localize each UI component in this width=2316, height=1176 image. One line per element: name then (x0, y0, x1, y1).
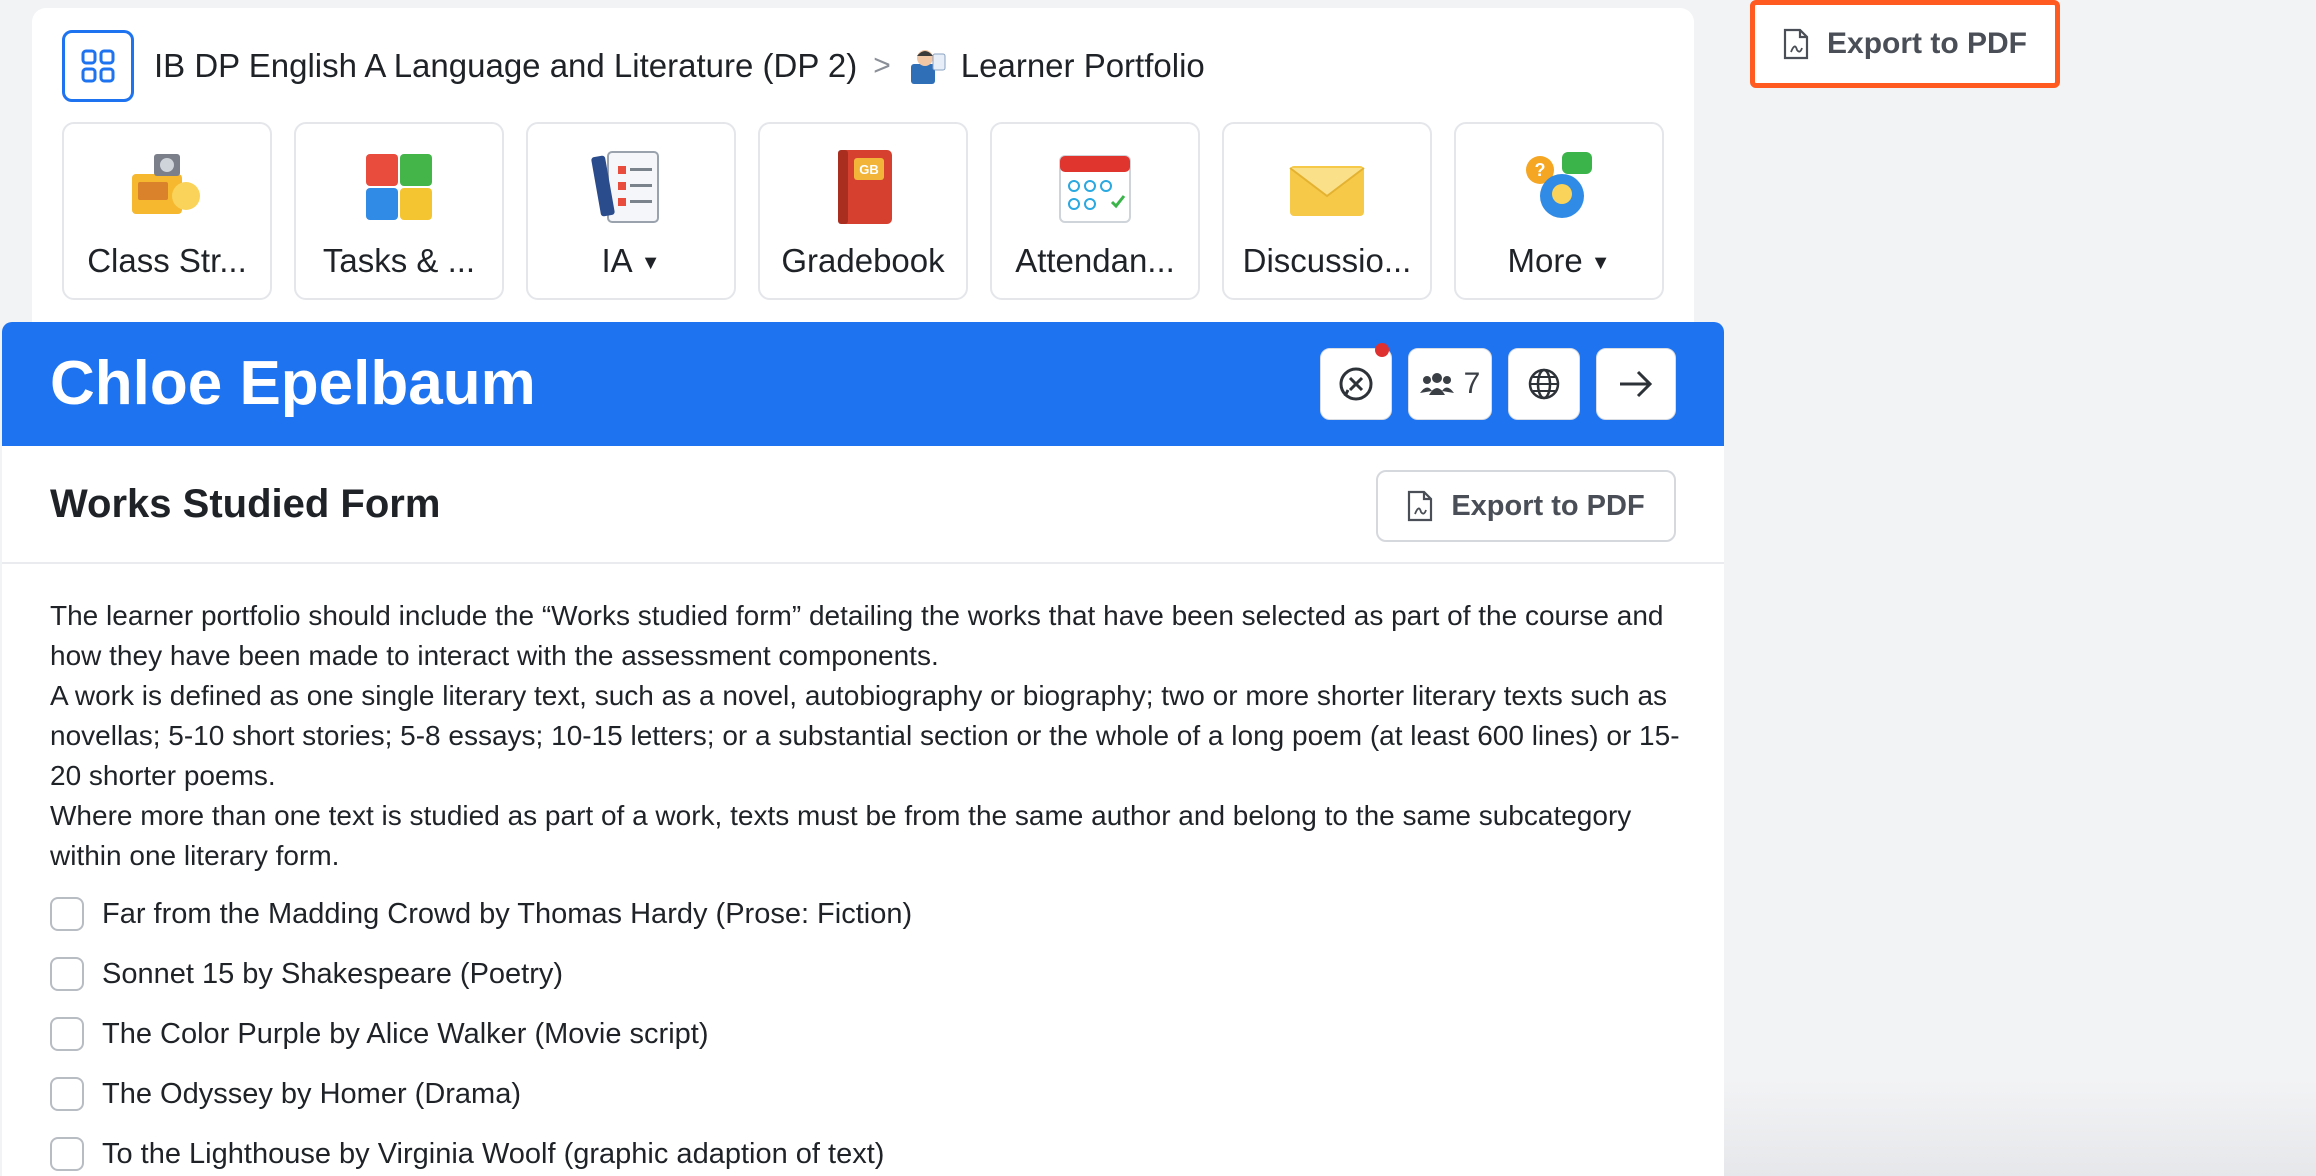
puzzle-icon (366, 154, 432, 220)
tile-label: Discussio... (1242, 242, 1412, 279)
caret-down-icon: ▼ (640, 251, 661, 274)
tile-attendance[interactable]: Attendan... (990, 122, 1200, 300)
work-item[interactable]: To the Lighthouse by Virginia Woolf (gra… (50, 1124, 912, 1176)
tile-gradebook[interactable]: GB Gradebook (758, 122, 968, 300)
work-item[interactable]: The Color Purple by Alice Walker (Movie … (50, 1004, 912, 1064)
class-stream-icon (132, 154, 200, 214)
tile-class-stream[interactable]: Class Str... (62, 122, 272, 300)
work-label: The Odyssey by Homer (Drama) (102, 1077, 521, 1110)
export-label: Export to PDF (1451, 489, 1645, 522)
student-name: Chloe Epelbaum (50, 349, 536, 418)
group-icon (1419, 373, 1454, 395)
globe-icon (1528, 368, 1560, 400)
svg-text:GB: GB (859, 162, 879, 177)
members-count: 7 (1463, 367, 1481, 400)
breadcrumb-current-page: Learner Portfolio (960, 47, 1205, 84)
work-checkbox[interactable] (50, 1017, 84, 1051)
breadcrumb: IB DP English A Language and Literature … (62, 30, 1205, 102)
student-header: Chloe Epelbaum 7 (2, 322, 1724, 446)
form-title: Works Studied Form (50, 482, 441, 526)
tile-tasks[interactable]: Tasks & ... (294, 122, 504, 300)
tile-label: Attendan... (1015, 242, 1175, 279)
export-label: Export to PDF (1827, 27, 2027, 60)
work-checkbox[interactable] (50, 1137, 84, 1171)
work-checkbox[interactable] (50, 897, 84, 931)
pdf-file-icon (1408, 490, 1433, 522)
description-paragraph: Where more than one text is studied as p… (50, 800, 1632, 871)
module-tiles: Class Str... Tasks & ... IA ▼ GB Gradebo… (62, 122, 1664, 300)
work-label: Sonnet 15 by Shakespeare (Poetry) (102, 957, 564, 990)
breadcrumb-separator: > (873, 49, 891, 82)
course-card: IB DP English A Language and Literature … (32, 8, 1694, 338)
learner-portfolio-icon (910, 50, 946, 84)
arrow-right-icon (1620, 370, 1653, 398)
tile-label: More ▼ (1507, 242, 1611, 279)
breadcrumb-course-link[interactable]: IB DP English A Language and Literature … (154, 47, 857, 85)
next-student-button[interactable] (1596, 348, 1676, 420)
tile-label: Tasks & ... (322, 242, 476, 279)
language-button[interactable] (1508, 348, 1580, 420)
tile-label: IA ▼ (601, 242, 661, 279)
notification-dot (1375, 343, 1389, 357)
tile-label: Class Str... (87, 242, 247, 279)
page: IB DP English A Language and Literature … (0, 0, 2316, 1176)
work-item[interactable]: Sonnet 15 by Shakespeare (Poetry) (50, 944, 912, 1004)
header-actions: 7 (1320, 343, 1676, 420)
form-header: Works Studied Form Export to PDF (2, 446, 1724, 564)
chat-bubbles-icon: ? (1526, 152, 1592, 218)
tile-more[interactable]: ? More ▼ (1454, 122, 1664, 300)
export-to-pdf-highlight: Export to PDF (1750, 0, 2060, 88)
work-label: Far from the Madding Crowd by Thomas Har… (102, 897, 913, 930)
export-to-pdf-top-button[interactable]: Export to PDF (1783, 27, 2027, 61)
form-description: The learner portfolio should include the… (50, 596, 1690, 876)
attendance-calendar-icon (1059, 155, 1131, 223)
envelope-icon (1289, 166, 1365, 216)
work-label: To the Lighthouse by Virginia Woolf (gra… (102, 1137, 885, 1170)
tile-label: Gradebook (781, 242, 945, 279)
comments-button[interactable] (1320, 343, 1392, 420)
works-studied-panel: Works Studied Form Export to PDF The lea… (2, 446, 1724, 1176)
grid-icon (81, 49, 115, 83)
works-checklist: Far from the Madding Crowd by Thomas Har… (50, 884, 912, 1176)
work-checkbox[interactable] (50, 957, 84, 991)
description-paragraph: A work is defined as one single literary… (50, 680, 1680, 791)
work-item[interactable]: Far from the Madding Crowd by Thomas Har… (50, 884, 912, 944)
tile-discussions[interactable]: Discussio... (1222, 122, 1432, 300)
work-item[interactable]: The Odyssey by Homer (Drama) (50, 1064, 912, 1124)
svg-text:?: ? (1535, 160, 1546, 180)
background-fade (1724, 1080, 2316, 1176)
pdf-file-icon (1783, 28, 1809, 60)
work-checkbox[interactable] (50, 1077, 84, 1111)
export-to-pdf-button[interactable]: Export to PDF (1376, 470, 1676, 542)
caret-down-icon: ▼ (1590, 251, 1611, 274)
tile-ia[interactable]: IA ▼ (526, 122, 736, 300)
members-button[interactable]: 7 (1408, 348, 1492, 420)
gradebook-icon: GB (838, 150, 892, 224)
checklist-icon (591, 151, 659, 223)
description-paragraph: The learner portfolio should include the… (50, 600, 1664, 671)
chat-notification-icon (1339, 367, 1373, 401)
work-label: The Color Purple by Alice Walker (Movie … (102, 1017, 709, 1050)
apps-button[interactable] (62, 30, 134, 102)
